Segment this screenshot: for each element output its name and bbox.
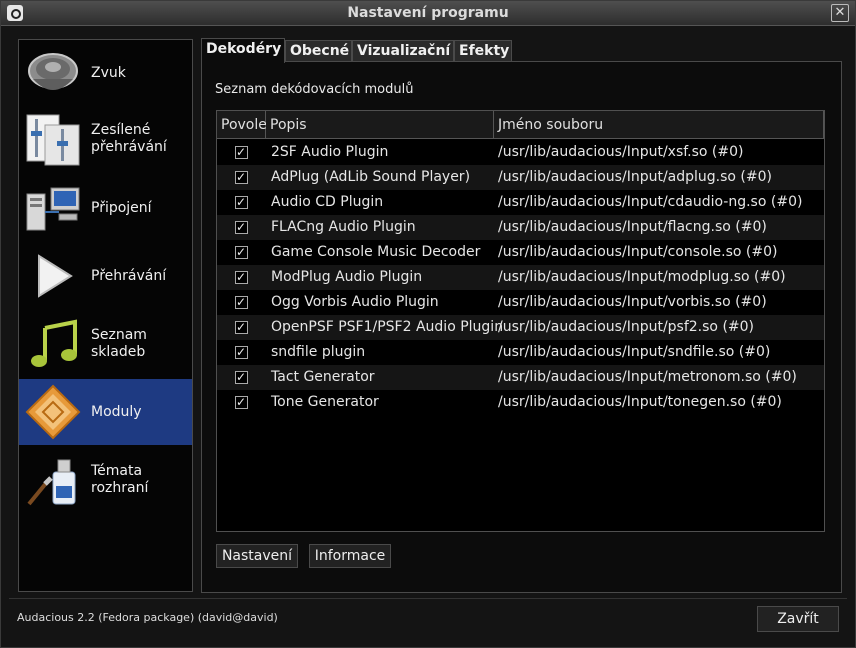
plugin-description: AdPlug (AdLib Sound Player) [271, 169, 471, 185]
tab-obecne[interactable]: Obecné [285, 40, 352, 62]
column-header-filename[interactable]: Jméno souboru [494, 111, 824, 139]
plugin-info-button[interactable]: Informace [309, 544, 391, 568]
plugin-settings-button[interactable]: Nastavení [216, 544, 298, 568]
plugin-filename: /usr/lib/audacious/Input/psf2.so (#0) [498, 319, 754, 335]
sidebar-item-pripojeni[interactable]: Připojení [19, 175, 192, 241]
plugin-filename: /usr/lib/audacious/Input/tonegen.so (#0) [498, 394, 782, 410]
column-header-enabled[interactable]: Povole [217, 111, 267, 139]
sidebar-item-seznam-skladeb[interactable]: Seznam skladeb [19, 311, 192, 377]
preferences-window: Nastavení programu ✕ Zvuk Zesílené přehr… [0, 0, 856, 648]
plugin-description: Tone Generator [271, 394, 379, 410]
sidebar-item-label: Připojení [91, 200, 152, 216]
footer-divider [9, 598, 847, 599]
sidebar-item-zesilene-prehravani[interactable]: Zesílené přehrávání [19, 106, 192, 172]
column-header-description[interactable]: Popis [266, 111, 494, 139]
decoder-plugin-list[interactable]: Povole Popis Jméno souboru 2SF Audio Plu… [216, 110, 825, 532]
window-title: Nastavení programu [347, 5, 509, 21]
plugin-puzzle-icon [25, 384, 81, 440]
title-bar: Nastavení programu ✕ [1, 1, 855, 26]
plugin-description: Ogg Vorbis Audio Plugin [271, 294, 439, 310]
plugin-filename: /usr/lib/audacious/Input/cdaudio-ng.so (… [498, 194, 803, 210]
plugin-description: sndfile plugin [271, 344, 366, 360]
tab-dekodery[interactable]: Dekodéry [201, 38, 285, 63]
plugin-description: 2SF Audio Plugin [271, 144, 389, 160]
plugin-filename: /usr/lib/audacious/Input/vorbis.so (#0) [498, 294, 767, 310]
plugin-description: OpenPSF PSF1/PSF2 Audio Plugin [271, 319, 504, 335]
tab-vizualizacni[interactable]: Vizualizační [352, 40, 454, 62]
table-row[interactable]: OpenPSF PSF1/PSF2 Audio Plugin /usr/lib/… [217, 315, 824, 340]
tab-efekty[interactable]: Efekty [454, 40, 512, 62]
enabled-checkbox[interactable] [235, 290, 248, 315]
speaker-icon [25, 45, 81, 101]
enabled-checkbox[interactable] [235, 265, 248, 290]
table-row[interactable]: FLACng Audio Plugin /usr/lib/audacious/I… [217, 215, 824, 240]
category-sidebar: Zvuk Zesílené přehrávání Připojení Přehr… [18, 39, 193, 592]
table-row[interactable]: Audio CD Plugin /usr/lib/audacious/Input… [217, 190, 824, 215]
enabled-checkbox[interactable] [235, 215, 248, 240]
table-row[interactable]: AdPlug (AdLib Sound Player) /usr/lib/aud… [217, 165, 824, 190]
sidebar-item-temata-rozhrani[interactable]: Témata rozhraní [19, 447, 192, 513]
enabled-checkbox[interactable] [235, 240, 248, 265]
sidebar-item-prehravani[interactable]: Přehrávání [19, 243, 192, 309]
enabled-checkbox[interactable] [235, 340, 248, 365]
plugin-filename: /usr/lib/audacious/Input/console.so (#0) [498, 244, 778, 260]
enabled-checkbox[interactable] [235, 165, 248, 190]
enabled-checkbox[interactable] [235, 365, 248, 390]
enabled-checkbox[interactable] [235, 140, 248, 165]
close-button[interactable]: Zavřít [757, 606, 839, 632]
window-close-icon[interactable]: ✕ [831, 4, 849, 22]
plugin-description: Tact Generator [271, 369, 375, 385]
sidebar-item-label: Zvuk [91, 65, 126, 81]
version-label: Audacious 2.2 (Fedora package) (david@da… [17, 611, 278, 624]
table-row[interactable]: Tact Generator /usr/lib/audacious/Input/… [217, 365, 824, 390]
music-note-icon [25, 316, 81, 372]
sidebar-item-label: Seznam skladeb [91, 327, 147, 360]
table-row[interactable]: Game Console Music Decoder /usr/lib/auda… [217, 240, 824, 265]
plugin-description: FLACng Audio Plugin [271, 219, 416, 235]
plugin-filename: /usr/lib/audacious/Input/flacng.so (#0) [498, 219, 767, 235]
sidebar-item-label: Moduly [91, 404, 142, 420]
sidebar-item-label: Přehrávání [91, 268, 167, 284]
table-row[interactable]: 2SF Audio Plugin /usr/lib/audacious/Inpu… [217, 140, 824, 165]
table-row[interactable]: ModPlug Audio Plugin /usr/lib/audacious/… [217, 265, 824, 290]
table-row[interactable]: sndfile plugin /usr/lib/audacious/Input/… [217, 340, 824, 365]
plugin-description: Game Console Music Decoder [271, 244, 481, 260]
sidebar-item-label: Témata rozhraní [91, 463, 149, 496]
paint-brush-icon [25, 452, 81, 508]
plugin-filename: /usr/lib/audacious/Input/adplug.so (#0) [498, 169, 772, 185]
sidebar-item-zvuk[interactable]: Zvuk [19, 40, 192, 106]
plugin-description: Audio CD Plugin [271, 194, 384, 210]
equalizer-sliders-icon [25, 111, 81, 167]
sidebar-item-label: Zesílené přehrávání [91, 122, 167, 155]
enabled-checkbox[interactable] [235, 315, 248, 340]
plugin-filename: /usr/lib/audacious/Input/xsf.so (#0) [498, 144, 744, 160]
table-row[interactable]: Ogg Vorbis Audio Plugin /usr/lib/audacio… [217, 290, 824, 315]
sidebar-item-moduly[interactable]: Moduly [19, 379, 192, 445]
table-row[interactable]: Tone Generator /usr/lib/audacious/Input/… [217, 390, 824, 415]
enabled-checkbox[interactable] [235, 190, 248, 215]
enabled-checkbox[interactable] [235, 390, 248, 415]
network-computers-icon [25, 180, 81, 236]
play-icon [25, 248, 81, 304]
section-label: Seznam dekódovacích modulů [215, 82, 414, 97]
plugin-filename: /usr/lib/audacious/Input/sndfile.so (#0) [498, 344, 771, 360]
plugin-description: ModPlug Audio Plugin [271, 269, 423, 285]
plugin-filename: /usr/lib/audacious/Input/metronom.so (#0… [498, 369, 797, 385]
plugin-filename: /usr/lib/audacious/Input/modplug.so (#0) [498, 269, 786, 285]
